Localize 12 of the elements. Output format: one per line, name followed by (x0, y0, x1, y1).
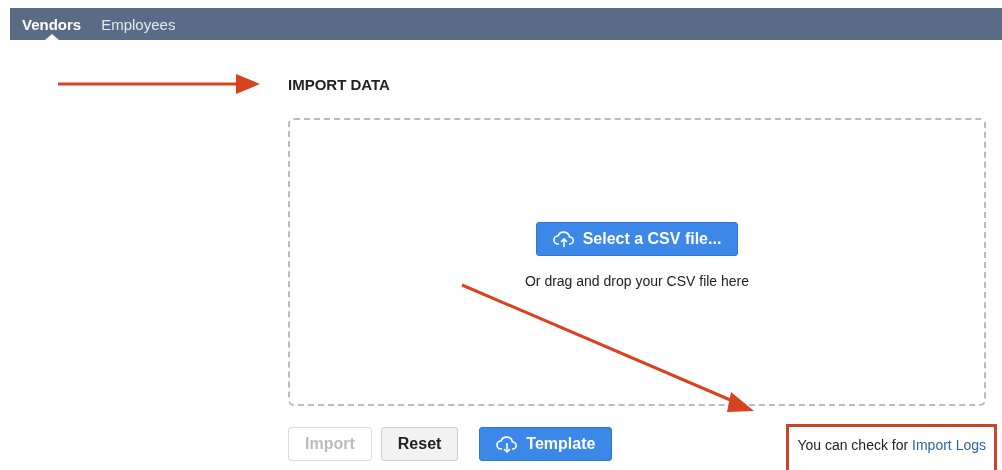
tab[interactable]: Vendors (12, 8, 92, 40)
section-heading: IMPORT DATA (288, 76, 391, 93)
select-file-button[interactable]: Select a CSV file... (535, 221, 739, 256)
import-logs-note: You can check for Import Logs (786, 424, 997, 470)
template-button[interactable]: Template (479, 427, 613, 461)
drop-hint: Or drag and drop your CSV file here (524, 272, 750, 289)
cloud-download-icon (496, 435, 519, 453)
drop-zone[interactable]: Select a CSV file... Or drag and drop your CSV file here (288, 118, 986, 406)
cloud-upload-icon (552, 229, 575, 248)
import-logs-link[interactable]: Import Logs (912, 437, 986, 453)
tab[interactable]: Employees (91, 8, 186, 40)
action-button[interactable]: Reset (380, 427, 459, 461)
